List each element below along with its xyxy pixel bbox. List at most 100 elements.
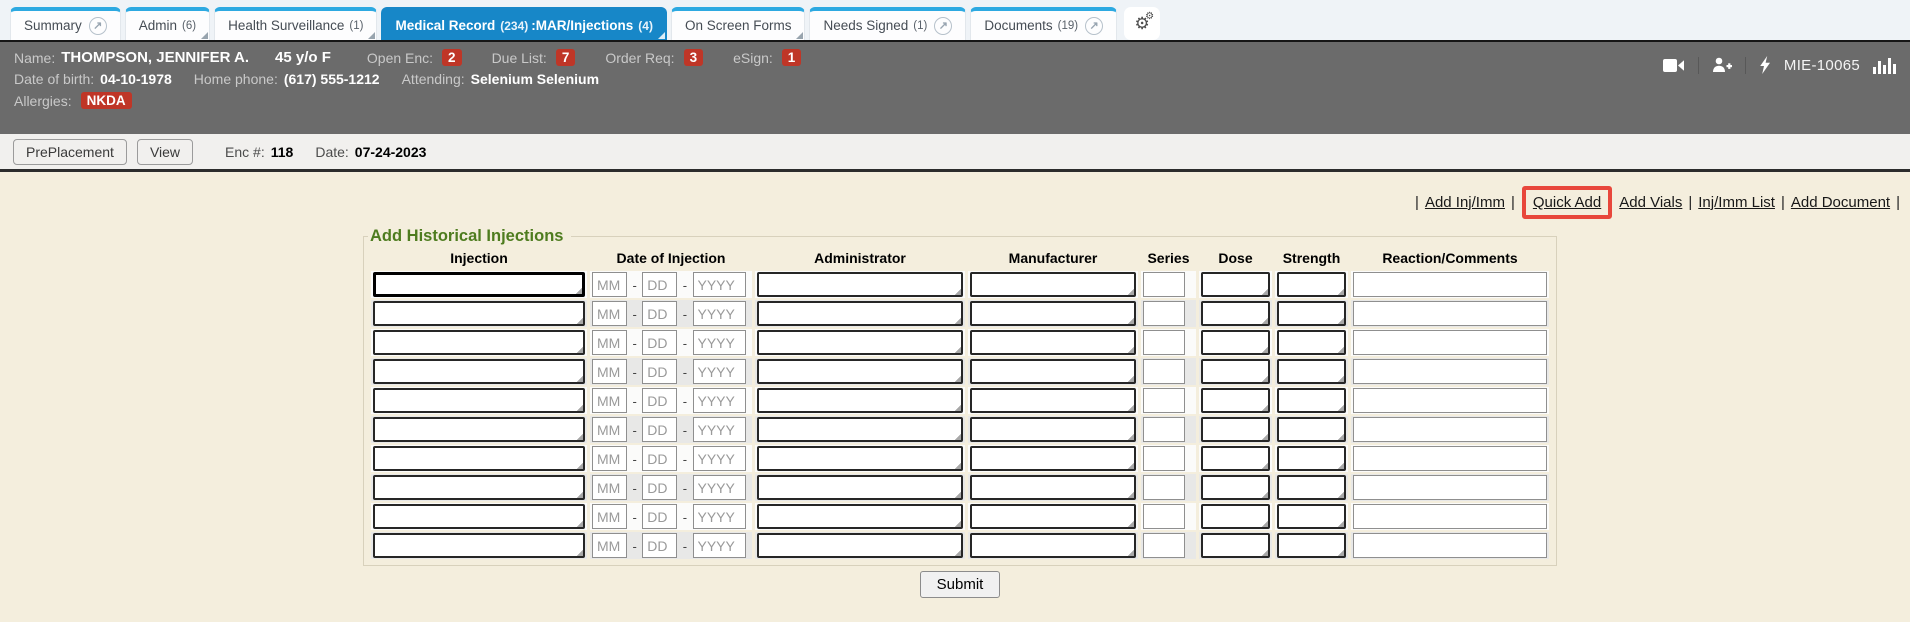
administrator-input[interactable] xyxy=(757,446,963,471)
tab-on-screen-forms[interactable]: On Screen Forms xyxy=(671,7,806,40)
administrator-input[interactable] xyxy=(757,475,963,500)
manufacturer-input[interactable] xyxy=(970,417,1136,442)
date-day-input[interactable] xyxy=(642,388,677,413)
series-input[interactable] xyxy=(1143,359,1185,384)
add-inj-imm-link[interactable]: Add Inj/Imm xyxy=(1425,194,1505,211)
video-camera-icon[interactable] xyxy=(1663,58,1685,73)
dose-input[interactable] xyxy=(1201,475,1270,500)
tab-health-surveillance[interactable]: Health Surveillance (1) xyxy=(214,7,377,40)
date-year-input[interactable] xyxy=(693,533,746,558)
date-month-input[interactable] xyxy=(592,359,627,384)
administrator-input[interactable] xyxy=(757,301,963,326)
administrator-input[interactable] xyxy=(757,359,963,384)
date-year-input[interactable] xyxy=(693,417,746,442)
dose-input[interactable] xyxy=(1201,533,1270,558)
date-month-input[interactable] xyxy=(592,533,627,558)
series-input[interactable] xyxy=(1143,301,1185,326)
esign-badge[interactable]: 1 xyxy=(782,49,802,66)
reaction-comments-input[interactable] xyxy=(1353,388,1547,413)
date-day-input[interactable] xyxy=(642,475,677,500)
date-month-input[interactable] xyxy=(592,330,627,355)
open-enc-badge[interactable]: 2 xyxy=(442,49,462,66)
manufacturer-input[interactable] xyxy=(970,359,1136,384)
administrator-input[interactable] xyxy=(757,417,963,442)
manufacturer-input[interactable] xyxy=(970,533,1136,558)
series-input[interactable] xyxy=(1143,272,1185,297)
date-month-input[interactable] xyxy=(592,388,627,413)
tab-summary[interactable]: Summary ↗ xyxy=(10,7,121,40)
quick-add-link[interactable]: Quick Add xyxy=(1533,194,1601,211)
dose-input[interactable] xyxy=(1201,272,1270,297)
reaction-comments-input[interactable] xyxy=(1353,301,1547,326)
allergy-badge[interactable]: NKDA xyxy=(81,92,132,109)
date-day-input[interactable] xyxy=(642,301,677,326)
administrator-input[interactable] xyxy=(757,504,963,529)
dose-input[interactable] xyxy=(1201,330,1270,355)
add-vials-link[interactable]: Add Vials xyxy=(1619,194,1682,211)
dose-input[interactable] xyxy=(1201,504,1270,529)
reaction-comments-input[interactable] xyxy=(1353,417,1547,442)
tab-needs-signed[interactable]: Needs Signed (1) ↗ xyxy=(809,7,966,40)
series-input[interactable] xyxy=(1143,388,1185,413)
injection-input[interactable] xyxy=(373,388,585,413)
reaction-comments-input[interactable] xyxy=(1353,475,1547,500)
date-day-input[interactable] xyxy=(642,330,677,355)
date-day-input[interactable] xyxy=(642,417,677,442)
dose-input[interactable] xyxy=(1201,417,1270,442)
date-month-input[interactable] xyxy=(592,301,627,326)
series-input[interactable] xyxy=(1143,330,1185,355)
strength-input[interactable] xyxy=(1277,446,1346,471)
administrator-input[interactable] xyxy=(757,272,963,297)
date-year-input[interactable] xyxy=(693,359,746,384)
dose-input[interactable] xyxy=(1201,359,1270,384)
strength-input[interactable] xyxy=(1277,533,1346,558)
external-link-icon[interactable]: ↗ xyxy=(1085,17,1103,35)
preplacement-button[interactable]: PrePlacement xyxy=(13,139,127,165)
reaction-comments-input[interactable] xyxy=(1353,359,1547,384)
manufacturer-input[interactable] xyxy=(970,272,1136,297)
date-month-input[interactable] xyxy=(592,272,627,297)
date-month-input[interactable] xyxy=(592,475,627,500)
series-input[interactable] xyxy=(1143,417,1185,442)
tab-documents[interactable]: Documents (19) ↗ xyxy=(970,7,1117,40)
dose-input[interactable] xyxy=(1201,446,1270,471)
external-link-icon[interactable]: ↗ xyxy=(89,17,107,35)
lightning-icon[interactable] xyxy=(1759,56,1771,74)
date-year-input[interactable] xyxy=(693,330,746,355)
strength-input[interactable] xyxy=(1277,330,1346,355)
settings-button[interactable]: ⚙ ⚙ xyxy=(1124,7,1160,40)
manufacturer-input[interactable] xyxy=(970,301,1136,326)
bar-chart-icon[interactable] xyxy=(1873,57,1896,74)
date-day-input[interactable] xyxy=(642,446,677,471)
manufacturer-input[interactable] xyxy=(970,446,1136,471)
reaction-comments-input[interactable] xyxy=(1353,272,1547,297)
reaction-comments-input[interactable] xyxy=(1353,533,1547,558)
dose-input[interactable] xyxy=(1201,388,1270,413)
date-year-input[interactable] xyxy=(693,446,746,471)
date-day-input[interactable] xyxy=(642,533,677,558)
due-list-badge[interactable]: 7 xyxy=(556,49,576,66)
dose-input[interactable] xyxy=(1201,301,1270,326)
reaction-comments-input[interactable] xyxy=(1353,504,1547,529)
injection-input[interactable] xyxy=(373,359,585,384)
reaction-comments-input[interactable] xyxy=(1353,446,1547,471)
manufacturer-input[interactable] xyxy=(970,475,1136,500)
series-input[interactable] xyxy=(1143,446,1185,471)
date-year-input[interactable] xyxy=(693,388,746,413)
administrator-input[interactable] xyxy=(757,533,963,558)
strength-input[interactable] xyxy=(1277,301,1346,326)
injection-input[interactable] xyxy=(373,475,585,500)
administrator-input[interactable] xyxy=(757,330,963,355)
date-year-input[interactable] xyxy=(693,475,746,500)
series-input[interactable] xyxy=(1143,533,1185,558)
date-day-input[interactable] xyxy=(642,359,677,384)
series-input[interactable] xyxy=(1143,475,1185,500)
strength-input[interactable] xyxy=(1277,272,1346,297)
manufacturer-input[interactable] xyxy=(970,504,1136,529)
reaction-comments-input[interactable] xyxy=(1353,330,1547,355)
injection-input[interactable] xyxy=(373,533,585,558)
date-day-input[interactable] xyxy=(642,272,677,297)
strength-input[interactable] xyxy=(1277,417,1346,442)
date-day-input[interactable] xyxy=(642,504,677,529)
tab-medical-record[interactable]: Medical Record (234) :MAR/Injections (4) xyxy=(381,7,666,40)
